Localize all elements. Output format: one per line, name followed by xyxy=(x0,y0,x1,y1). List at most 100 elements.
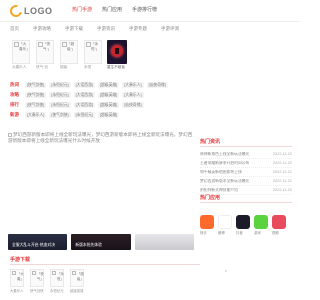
app-name[interactable]: 微博 xyxy=(218,230,232,235)
tag-link[interactable]: [大话西游] xyxy=(73,101,95,109)
sub-nav: 首页 手游攻略 手游下载 手游资讯 手游专题 手游评测 xyxy=(10,26,179,32)
tag-link[interactable]: [仙侠奇缘] xyxy=(122,101,144,109)
featured-game-thumbnail[interactable] xyxy=(107,40,127,64)
banner-slide[interactable]: 全服大乱斗开启·热血对决 xyxy=(8,234,68,250)
tag-link[interactable]: [大奏乐人] xyxy=(25,111,47,119)
broken-image-icon xyxy=(86,42,91,47)
headline-text[interactable]: 梦幻西游新版本即将上线全新玩法曝光，梦幻西游新版本即将上线全新玩法曝光，梦幻西游… xyxy=(8,132,192,143)
app-name[interactable]: 抖音 xyxy=(236,230,250,235)
featured-game-card[interactable]: 重生不破者 xyxy=(107,40,127,70)
emblem-glyph xyxy=(115,48,119,54)
app-icon[interactable] xyxy=(236,215,250,229)
game-thumbnail[interactable]: 「侠气·」 xyxy=(36,40,54,64)
download-item[interactable]: 「侠气」 侠气剑侠 xyxy=(30,269,44,293)
download-thumbnail[interactable]: 「永恒」 xyxy=(50,269,64,287)
tag-link[interactable]: [永恒纪元] xyxy=(73,111,95,119)
tag-link[interactable]: [侠气剑侠] xyxy=(25,81,47,89)
news-panel: 热门资讯 原神新角色上线全新玩法曝光 2022-11-22 王者荣耀新赛季开启时间… xyxy=(200,138,292,195)
download-item[interactable]: 「超级」 超级英雄 xyxy=(70,269,84,293)
game-thumbnail[interactable]: 「大奏乐」 xyxy=(12,40,30,64)
app-icon[interactable] xyxy=(218,215,232,229)
banner-slide[interactable] xyxy=(134,234,194,250)
download-name[interactable]: 永恒纪元 xyxy=(50,288,64,293)
app-icon[interactable] xyxy=(272,215,286,229)
headline[interactable]: 梦幻西游新版本即将上线全新玩法曝光，梦幻西游新版本即将上线全新玩法曝光，梦幻西游… xyxy=(8,132,194,144)
app-name[interactable]: 游戏 xyxy=(254,230,268,235)
tag-link[interactable]: [永恒纪元] xyxy=(49,81,71,89)
list-item[interactable]: 和平精英新地图即将上线 2022-11-21 xyxy=(200,168,292,177)
download-item[interactable]: 「永恒」 永恒纪元 xyxy=(50,269,64,293)
tag-block: 热词 [侠气剑侠] [永恒纪元] [大话西游] [超级英雄] [大奏乐人] [仙… xyxy=(10,80,290,120)
news-date: 2022-11-22 xyxy=(272,152,292,156)
app-item[interactable]: 抖音 xyxy=(236,215,250,235)
game-card[interactable]: 「侠气·」 侠气·剑 xyxy=(36,40,54,74)
app-item[interactable]: 微博 xyxy=(218,215,232,235)
broken-image-icon xyxy=(62,42,67,47)
game-card[interactable]: 「超级·」 超级 xyxy=(60,40,78,74)
sub-nav-item[interactable]: 手游专题 xyxy=(129,26,147,32)
tag-link[interactable]: [超级英雄] xyxy=(97,111,120,119)
sub-nav-item[interactable]: 首页 xyxy=(10,26,19,32)
sub-nav-item[interactable]: 手游下载 xyxy=(65,26,83,32)
game-title[interactable]: 大奏乐人 xyxy=(12,65,30,70)
site-logo[interactable]: LOGO xyxy=(7,2,53,20)
tag-link[interactable]: [永恒纪元] xyxy=(49,91,71,99)
download-name[interactable]: 大奏乐人 xyxy=(10,288,24,293)
download-name[interactable]: 超级英雄 xyxy=(70,288,84,293)
sub-nav-item[interactable]: 手游评测 xyxy=(161,26,179,32)
banner-caption: 新版本抢先体验 xyxy=(75,243,102,247)
featured-game-title[interactable]: 重生不破者 xyxy=(107,65,127,70)
download-thumbnail[interactable]: 「侠气」 xyxy=(30,269,44,287)
download-name[interactable]: 侠气剑侠 xyxy=(30,288,44,293)
game-title[interactable]: 侠气·剑 xyxy=(36,65,54,70)
news-title[interactable]: 阴阳师新式神技能介绍 xyxy=(200,188,264,193)
tag-link[interactable]: [仙侠奇缘] xyxy=(146,81,168,89)
app-item[interactable]: 视频 xyxy=(272,215,286,235)
tag-link[interactable]: [大奏乐人] xyxy=(122,81,144,89)
news-title[interactable]: 梦幻西游新版本全新玩法曝光 xyxy=(200,179,264,184)
news-title[interactable]: 和平精英新地图即将上线 xyxy=(200,170,264,175)
nav-item-ranking[interactable]: 手游排行榜 xyxy=(132,6,157,13)
tag-row: 排行 [侠气剑侠] [永恒纪元] [大话西游] [超级英雄] [仙侠奇缘] xyxy=(10,100,290,110)
news-date: 2022-11-21 xyxy=(272,179,292,183)
game-card[interactable]: 「大奏乐」 大奏乐人 xyxy=(12,40,30,74)
news-title[interactable]: 王者荣耀新赛季开启时间公布 xyxy=(200,161,264,166)
nav-item-hot-apps[interactable]: 热门应用 xyxy=(102,6,122,13)
tag-link[interactable]: [大奏乐人] xyxy=(122,91,144,99)
download-thumbnail[interactable]: 「超级」 xyxy=(70,269,84,287)
hot-games-grid: 「大奏乐」 大奏乐人 「侠气·」 侠气·剑 「超级·」 超级 「永恒·」 永恒 xyxy=(12,40,292,74)
app-name[interactable]: 视频 xyxy=(272,230,286,235)
app-icon[interactable] xyxy=(200,215,214,229)
sub-nav-item[interactable]: 手游资讯 xyxy=(97,26,115,32)
tag-link[interactable]: [超级英雄] xyxy=(97,91,120,99)
tag-link[interactable]: [大话西游] xyxy=(73,81,95,89)
app-item[interactable]: 游戏 xyxy=(254,215,268,235)
game-thumbnail[interactable]: 「超级·」 xyxy=(60,40,78,64)
sub-nav-item[interactable]: 手游攻略 xyxy=(33,26,51,32)
apps-panel: 热门应用 快手 微博 抖音 游戏 视频 xyxy=(200,194,292,235)
download-thumbnail[interactable]: 「大奏」 xyxy=(10,269,24,287)
tag-link[interactable]: [侠气剑侠] xyxy=(49,111,71,119)
game-card[interactable]: 「永恒·」 永恒 xyxy=(84,40,102,74)
broken-image-icon xyxy=(38,42,43,47)
game-title[interactable]: 超级 xyxy=(60,65,78,70)
tag-link[interactable]: [超级英雄] xyxy=(97,81,120,89)
broken-image-icon xyxy=(32,271,36,275)
tag-link[interactable]: [侠气剑侠] xyxy=(25,91,47,99)
nav-item-hot-games[interactable]: 热门手游 xyxy=(72,6,92,13)
tag-link[interactable]: [超级英雄] xyxy=(97,101,120,109)
download-item[interactable]: 「大奏」 大奏乐人 xyxy=(10,269,24,293)
app-item[interactable]: 快手 xyxy=(200,215,214,235)
tag-link[interactable]: [大话西游] xyxy=(73,91,95,99)
banner-slide[interactable]: 新版本抢先体验 xyxy=(71,234,131,250)
app-icon[interactable] xyxy=(254,215,268,229)
list-item[interactable]: 王者荣耀新赛季开启时间公布 2022-11-22 xyxy=(200,159,292,168)
game-thumbnail[interactable]: 「永恒·」 xyxy=(84,40,102,64)
game-title[interactable]: 永恒 xyxy=(84,65,102,70)
list-item[interactable]: 原神新角色上线全新玩法曝光 2022-11-22 xyxy=(200,150,292,159)
news-title[interactable]: 原神新角色上线全新玩法曝光 xyxy=(200,152,264,157)
tag-link[interactable]: [侠气剑侠] xyxy=(25,101,47,109)
app-name[interactable]: 快手 xyxy=(200,230,214,235)
tag-link[interactable]: [永恒纪元] xyxy=(49,101,71,109)
list-item[interactable]: 梦幻西游新版本全新玩法曝光 2022-11-21 xyxy=(200,177,292,186)
